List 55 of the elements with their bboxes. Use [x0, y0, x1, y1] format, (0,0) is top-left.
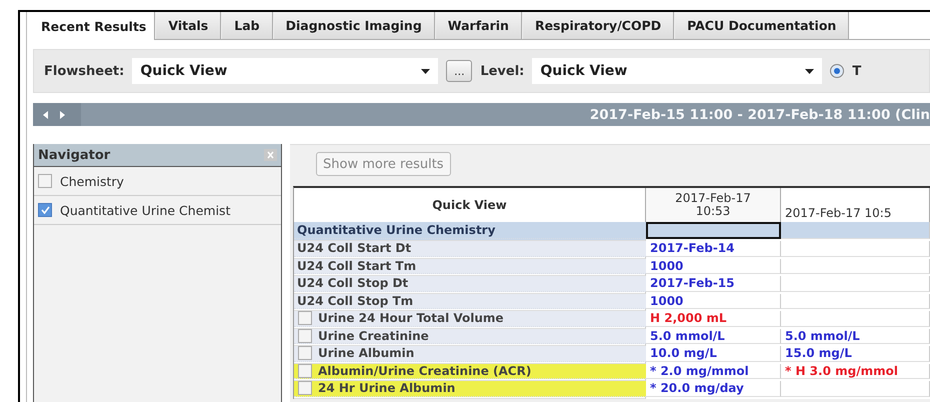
row-label: Quantitative Urine Chemistry	[297, 222, 496, 237]
selected-cell[interactable]	[646, 222, 781, 238]
row-label: U24 Coll Start Tm	[297, 258, 416, 273]
checkbox[interactable]	[298, 381, 312, 396]
result-value: 2017-Feb-14	[646, 241, 781, 257]
row-label: U24 Coll Stop Dt	[297, 276, 408, 290]
row-label: U24 Coll Stop Tm	[297, 294, 414, 308]
navigator-item[interactable]: Quantitative Urine Chemist	[60, 202, 230, 218]
level-label: Level:	[480, 64, 524, 78]
tab[interactable]: Lab	[221, 12, 273, 39]
navigator-item[interactable]: Chemistry	[60, 174, 124, 188]
result-value: 2017-Feb-15	[646, 276, 781, 292]
result-value: 15.0 mg/L	[781, 346, 930, 362]
caret-icon	[421, 68, 430, 74]
result-value: 10.0 mg/L	[646, 346, 781, 362]
caret-icon	[805, 68, 814, 74]
radio-label: T	[852, 64, 862, 78]
tab[interactable]: Diagnostic Imaging	[272, 12, 435, 39]
close-icon[interactable]	[264, 149, 277, 161]
tab[interactable]: Respiratory/COPD	[522, 12, 674, 39]
checkbox[interactable]	[38, 174, 52, 188]
tab[interactable]: Vitals	[155, 12, 222, 39]
date-range: 2017-Feb-15 11:00 - 2017-Feb-18 11:00 (Clin	[590, 106, 930, 122]
next-icon[interactable]	[60, 110, 65, 118]
checkbox[interactable]	[298, 364, 312, 378]
browse-button[interactable]: ...	[446, 60, 472, 82]
navigator-title: Navigator	[38, 148, 110, 162]
row-label: 24 Hr Urine Albumin	[318, 381, 456, 396]
row-label: Urine 24 Hour Total Volume	[318, 311, 504, 326]
row-label: Albumin/Urine Creatinine (ACR)	[318, 364, 532, 378]
result-value: 5.0 mmol/L	[646, 328, 781, 344]
checkbox[interactable]	[298, 346, 312, 360]
tab[interactable]: Warfarin	[434, 12, 522, 39]
result-value: * H 3.0 mg/mmol	[781, 364, 930, 380]
tab[interactable]: Recent Results	[33, 12, 156, 40]
row-label: Urine Creatinine	[318, 328, 429, 343]
previous-icon[interactable]	[43, 110, 48, 118]
check-icon	[40, 206, 50, 214]
result-value: * 2.0 mg/mmol	[646, 364, 781, 380]
row-label: U24 Coll Start Dt	[297, 241, 412, 256]
level-dropdown[interactable]: Quick View	[532, 58, 822, 84]
result-value: 5.0 mmol/L	[781, 328, 930, 344]
result-value: 1000	[646, 258, 781, 274]
checkbox[interactable]	[298, 311, 312, 326]
result-value: 1000	[646, 294, 781, 310]
result-value: H 2,000 mL	[646, 311, 781, 327]
checkbox[interactable]	[298, 328, 312, 343]
flowsheet-label: Flowsheet:	[44, 64, 124, 78]
row-label: Urine Albumin	[318, 346, 414, 360]
result-value: * 20.0 mg/day	[646, 381, 781, 397]
tab[interactable]: PACU Documentation	[674, 12, 850, 39]
radio-button[interactable]	[830, 64, 844, 78]
flowsheet-dropdown[interactable]: Quick View	[132, 58, 438, 84]
checkbox[interactable]	[38, 203, 52, 217]
column-header: 2017-Feb-17 10:53	[646, 188, 781, 222]
